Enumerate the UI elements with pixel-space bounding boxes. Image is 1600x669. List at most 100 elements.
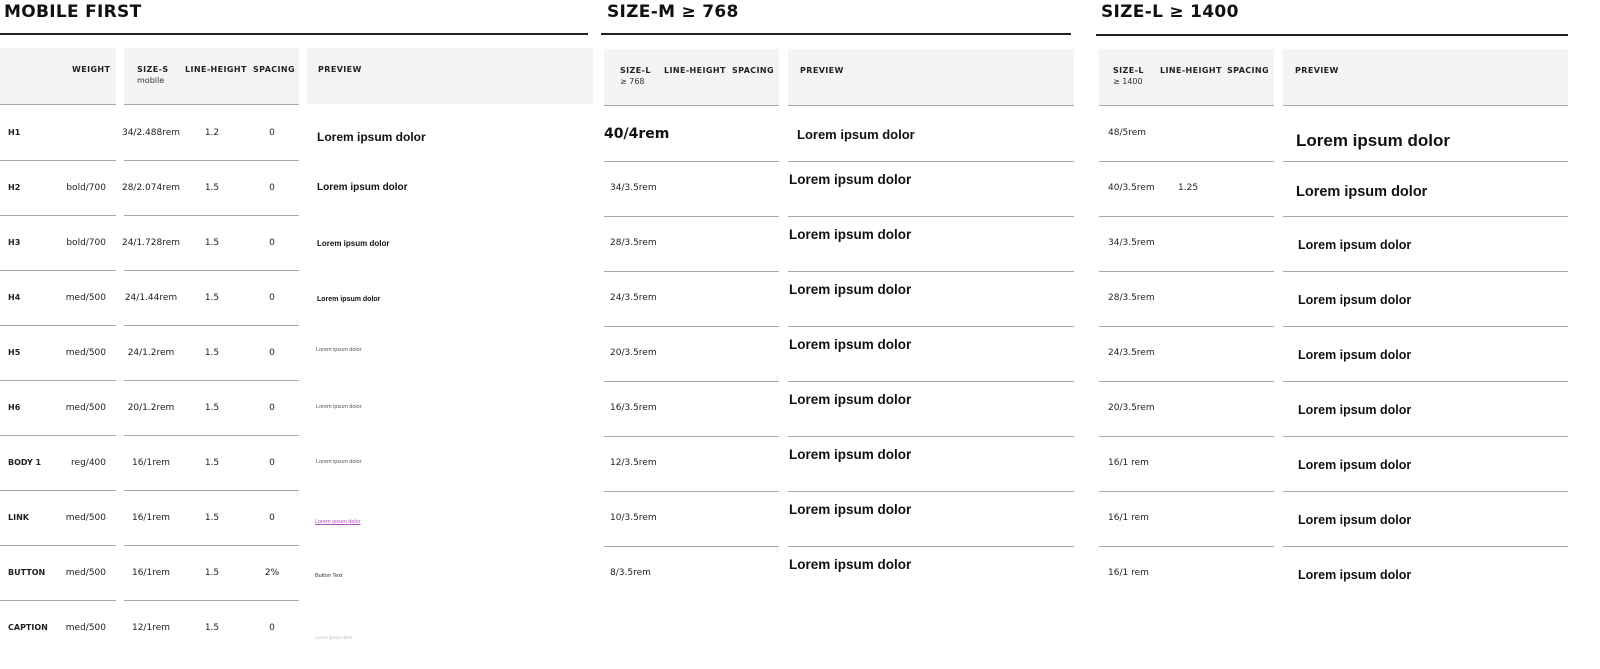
row-spacing: 0 — [269, 348, 275, 358]
divider — [1283, 161, 1568, 162]
preview-text: Lorem ipsum dolor — [1298, 293, 1412, 307]
divider — [604, 326, 779, 327]
divider — [1099, 216, 1274, 217]
section-title-size-m: SIZE-M ≥ 768 — [607, 2, 739, 22]
row-size-l: 16/1 rem — [1108, 458, 1149, 468]
section-rule-size-m — [601, 33, 1071, 35]
header-size-l-sub: ≥ 1400 — [1113, 77, 1143, 86]
divider — [1099, 436, 1274, 437]
divider — [1283, 436, 1568, 437]
row-weight: med/500 — [65, 293, 106, 303]
preview-text: Lorem ipsum dolor — [1298, 403, 1412, 417]
row-size-s: 24/1.2rem — [127, 348, 175, 358]
divider — [1099, 546, 1274, 547]
row-size-m: 8/3.5rem — [610, 568, 651, 578]
header-weight: WEIGHT — [72, 65, 111, 74]
preview-link[interactable]: Lorem ipsum dolor — [315, 519, 361, 526]
preview-text: Lorem ipsum dolor — [789, 227, 912, 242]
row-size-s: 16/1rem — [131, 513, 171, 523]
row-size-s: 12/1rem — [131, 623, 171, 633]
row-line-height: 1.5 — [204, 458, 220, 468]
divider — [604, 271, 779, 272]
preview-button-text: Button Text — [315, 573, 343, 579]
divider — [1283, 271, 1568, 272]
header-size-l-sub: ≥ 768 — [620, 77, 645, 86]
header-size-l: SIZE-L — [1113, 66, 1144, 75]
row-size-s: 24/1.728rem — [121, 238, 181, 248]
divider — [788, 161, 1074, 162]
divider — [0, 104, 116, 105]
row-spacing: 0 — [269, 458, 275, 468]
row-weight: med/500 — [65, 568, 106, 578]
row-spacing: 0 — [269, 403, 275, 413]
row-label: H2 — [8, 183, 21, 192]
row-spacing: 0 — [269, 293, 275, 303]
section-title-mobile: MOBILE FIRST — [4, 2, 142, 22]
preview-text: Lorem ipsum dolor — [317, 130, 426, 144]
row-weight: med/500 — [65, 403, 106, 413]
preview-text: Lorem ipsum dolor — [315, 635, 353, 640]
header-bg-preview — [1283, 49, 1568, 106]
header-line-height: LINE-HEIGHT — [664, 66, 726, 75]
row-line-height: 1.5 — [204, 568, 220, 578]
row-line-height: 1.5 — [204, 513, 220, 523]
row-line-height: 1.5 — [204, 293, 220, 303]
divider — [124, 435, 299, 436]
row-spacing: 0 — [269, 513, 275, 523]
preview-text: Lorem ipsum dolor — [316, 459, 362, 465]
preview-text: Lorem ipsum dolor — [1298, 513, 1412, 527]
divider — [124, 270, 299, 271]
row-weight: bold/700 — [66, 183, 106, 193]
row-size-l: 20/3.5rem — [1108, 403, 1155, 413]
row-spacing: 0 — [269, 623, 275, 633]
row-line-height: 1.5 — [204, 623, 220, 633]
row-label: LINK — [8, 513, 29, 522]
row-line-height: 1.5 — [204, 238, 220, 248]
divider — [1283, 216, 1568, 217]
row-size-s: 16/1rem — [131, 458, 171, 468]
row-size-l: 16/1 rem — [1108, 513, 1149, 523]
divider — [604, 491, 779, 492]
header-bg-preview — [788, 49, 1074, 106]
divider — [788, 105, 1074, 106]
divider — [124, 600, 299, 601]
preview-text: Lorem ipsum dolor — [1298, 458, 1412, 472]
divider — [124, 215, 299, 216]
preview-text: Lorem ipsum dolor — [797, 127, 915, 142]
row-weight: med/500 — [65, 513, 106, 523]
row-size-m: 10/3.5rem — [610, 513, 657, 523]
divider — [604, 436, 779, 437]
divider — [604, 105, 779, 106]
divider — [604, 546, 779, 547]
row-size-l: 40/3.5rem — [1108, 183, 1155, 193]
header-line-height: LINE-HEIGHT — [185, 65, 247, 74]
section-rule-mobile — [0, 33, 588, 35]
divider — [1283, 326, 1568, 327]
row-label: BODY 1 — [8, 458, 42, 467]
preview-text: Lorem ipsum dolor — [1298, 348, 1412, 362]
row-weight: med/500 — [65, 348, 106, 358]
row-size-s: 20/1.2rem — [127, 403, 175, 413]
divider — [0, 325, 116, 326]
row-size-s: 28/2.074rem — [121, 183, 181, 193]
divider — [0, 545, 116, 546]
row-spacing: 0 — [269, 183, 275, 193]
divider — [788, 381, 1074, 382]
divider — [1099, 105, 1274, 106]
row-size-m: 12/3.5rem — [610, 458, 657, 468]
preview-text: Lorem ipsum dolor — [789, 337, 912, 352]
header-spacing: SPACING — [732, 66, 774, 75]
row-size-s: 34/2.488rem — [121, 128, 181, 138]
divider — [604, 381, 779, 382]
divider — [788, 491, 1074, 492]
preview-text: Lorem ipsum dolor — [789, 172, 912, 187]
divider — [124, 490, 299, 491]
divider — [1283, 381, 1568, 382]
divider — [1099, 161, 1274, 162]
preview-text: Lorem ipsum dolor — [316, 404, 362, 410]
divider — [0, 380, 116, 381]
row-weight: med/500 — [65, 623, 106, 633]
row-size-m: 16/3.5rem — [610, 403, 657, 413]
header-preview: PREVIEW — [318, 65, 362, 74]
divider — [0, 490, 116, 491]
